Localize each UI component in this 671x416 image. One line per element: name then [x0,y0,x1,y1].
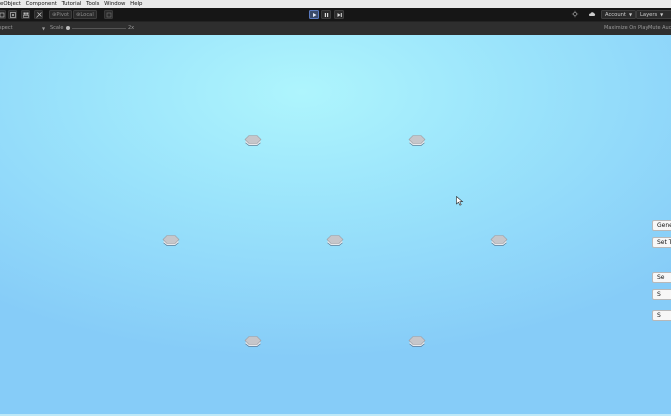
pivot-toggle[interactable]: ⊕Pivot [49,10,73,19]
space-label: Local [80,12,94,18]
menu-tools[interactable]: Tools [86,0,99,8]
menu-tutorial[interactable]: Tutorial [62,0,82,8]
play-button[interactable] [309,10,319,19]
scale-value: 2x [128,25,135,31]
space-toggle[interactable]: ⊛Local [73,10,97,19]
aspect-dropdown[interactable]: spect [0,22,13,35]
cloud-icon[interactable] [588,10,597,19]
pause-icon [324,13,329,17]
menu-gameobject[interactable]: eObject [0,0,21,8]
menu-window[interactable]: Window [104,0,125,8]
set-button[interactable]: Set T [652,237,671,248]
collab-icon[interactable] [571,10,580,19]
step-button[interactable] [334,10,344,19]
grid-node[interactable] [161,231,181,251]
transform-tool-icon[interactable] [8,10,17,19]
grid-node[interactable] [243,131,263,151]
grid-node[interactable] [489,231,509,251]
grid-snap-icon[interactable] [104,10,113,19]
account-dropdown[interactable]: Account ▼ [601,10,637,19]
main-toolbar: ⊕Pivot ⊛Local Account ▼ Layers ▼ [0,8,671,21]
layers-label: Layers [640,12,658,18]
menu-help[interactable]: Help [130,0,142,8]
menu-bar: eObject Component Tutorial Tools Window … [0,0,671,8]
grid-node[interactable] [407,332,427,352]
side-button-5[interactable]: S [652,310,671,321]
maximize-on-play-toggle[interactable]: Maximize On Play [604,22,648,35]
mute-audio-toggle[interactable]: Mute Audi [648,22,671,35]
side-button-3[interactable]: Se [652,272,671,283]
account-label: Account [605,12,626,18]
layers-dropdown[interactable]: Layers ▼ [636,10,671,19]
chevron-down-icon: ▼ [42,26,46,31]
menu-component[interactable]: Component [26,0,57,8]
step-icon [337,13,342,17]
mouse-cursor-icon [456,196,464,206]
generate-button[interactable]: Gene [652,220,671,231]
pivot-label: Pivot [56,12,70,18]
game-viewport[interactable]: Gene Set T Se S S [0,35,671,416]
chevron-down-icon: ▼ [660,12,664,17]
game-view-toolbar: spect ▼ Scale 2x Maximize On Play Mute A… [0,21,671,35]
chevron-down-icon: ▼ [628,12,633,17]
scale-slider-track[interactable] [72,28,126,29]
pause-button[interactable] [321,10,331,19]
scale-label: Scale [50,25,64,31]
rect-tool-icon[interactable] [0,10,6,19]
grid-node[interactable] [407,131,427,151]
scale-slider-handle[interactable] [66,26,70,30]
grid-node[interactable] [243,332,263,352]
side-button-4[interactable]: S [652,289,671,300]
aspect-label: spect [0,25,13,31]
custom-tool-icon[interactable] [34,10,43,19]
layout-tool-icon[interactable] [21,10,30,19]
play-icon [313,13,317,17]
grid-node[interactable] [325,231,345,251]
